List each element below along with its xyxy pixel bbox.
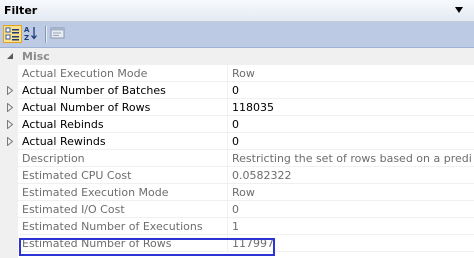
property-value: 118035 — [232, 101, 274, 114]
property-row[interactable]: Actual Number of Rows 118035 — [0, 99, 474, 116]
property-row[interactable]: Actual Rewinds 0 — [0, 133, 474, 150]
property-row[interactable]: Actual Number of Batches 0 — [0, 82, 474, 99]
property-value: 0.0582322 — [232, 169, 292, 182]
column-divider[interactable] — [227, 184, 228, 200]
svg-text:A: A — [24, 26, 30, 34]
category-label: Misc — [22, 50, 50, 63]
categorized-icon — [5, 27, 19, 41]
expand-triangle-icon[interactable] — [7, 120, 13, 129]
property-name: Estimated I/O Cost — [22, 203, 125, 216]
property-value: Restricting the set of rows based on a p… — [232, 152, 472, 165]
alphabetical-button[interactable]: A Z — [23, 25, 42, 43]
toolbar: A Z — [0, 22, 474, 48]
property-value: 1 — [232, 220, 239, 233]
svg-text:Z: Z — [24, 34, 29, 41]
property-value: 0 — [232, 135, 239, 148]
title-bar: Filter — [0, 0, 474, 22]
property-row[interactable]: Estimated I/O Cost 0 — [0, 201, 474, 218]
property-row[interactable]: Estimated Number of Executions 1 — [0, 218, 474, 235]
property-name: Description — [22, 152, 85, 165]
property-row[interactable]: Actual Rebinds 0 — [0, 116, 474, 133]
column-divider[interactable] — [227, 218, 228, 234]
expand-triangle-icon[interactable] — [7, 137, 13, 146]
window-title: Filter — [4, 4, 38, 17]
property-row[interactable]: Actual Execution Mode Row — [0, 65, 474, 82]
property-value: 0 — [232, 203, 239, 216]
column-divider[interactable] — [227, 116, 228, 132]
alphabetical-icon: A Z — [24, 26, 37, 42]
property-value: Row — [232, 67, 255, 80]
collapse-triangle-icon[interactable] — [6, 52, 14, 60]
toolbar-separator — [45, 26, 47, 43]
property-name: Estimated Number of Executions — [22, 220, 203, 233]
column-divider[interactable] — [227, 65, 228, 81]
property-grid: Misc Actual Execution Mode Row Actual Numb… — [0, 48, 474, 258]
category-misc[interactable]: Misc — [0, 48, 474, 65]
highlight-annotation — [19, 238, 275, 256]
expand-triangle-icon[interactable] — [7, 86, 13, 95]
expand-triangle-icon[interactable] — [7, 103, 13, 112]
property-row[interactable]: Description Restricting the set of rows b… — [0, 150, 474, 167]
property-name: Estimated Execution Mode — [22, 186, 169, 199]
property-row[interactable]: Estimated CPU Cost 0.0582322 — [0, 167, 474, 184]
column-divider[interactable] — [227, 201, 228, 217]
property-value: 0 — [232, 118, 239, 131]
column-divider[interactable] — [227, 150, 228, 166]
property-name: Actual Rewinds — [22, 135, 106, 148]
column-divider[interactable] — [227, 99, 228, 115]
property-value: 0 — [232, 84, 239, 97]
dropdown-arrow-icon[interactable] — [454, 4, 464, 16]
property-name: Actual Execution Mode — [22, 67, 148, 80]
property-name: Actual Number of Rows — [22, 101, 151, 114]
column-divider[interactable] — [227, 82, 228, 98]
property-name: Actual Rebinds — [22, 118, 104, 131]
property-pages-icon — [50, 27, 65, 39]
categorized-button[interactable] — [3, 25, 22, 43]
column-divider[interactable] — [227, 167, 228, 183]
property-name: Estimated CPU Cost — [22, 169, 132, 182]
property-name: Actual Number of Batches — [22, 84, 166, 97]
property-value: Row — [232, 186, 255, 199]
property-row[interactable]: Estimated Execution Mode Row — [0, 184, 474, 201]
column-divider[interactable] — [227, 133, 228, 149]
property-pages-button[interactable] — [49, 25, 68, 43]
